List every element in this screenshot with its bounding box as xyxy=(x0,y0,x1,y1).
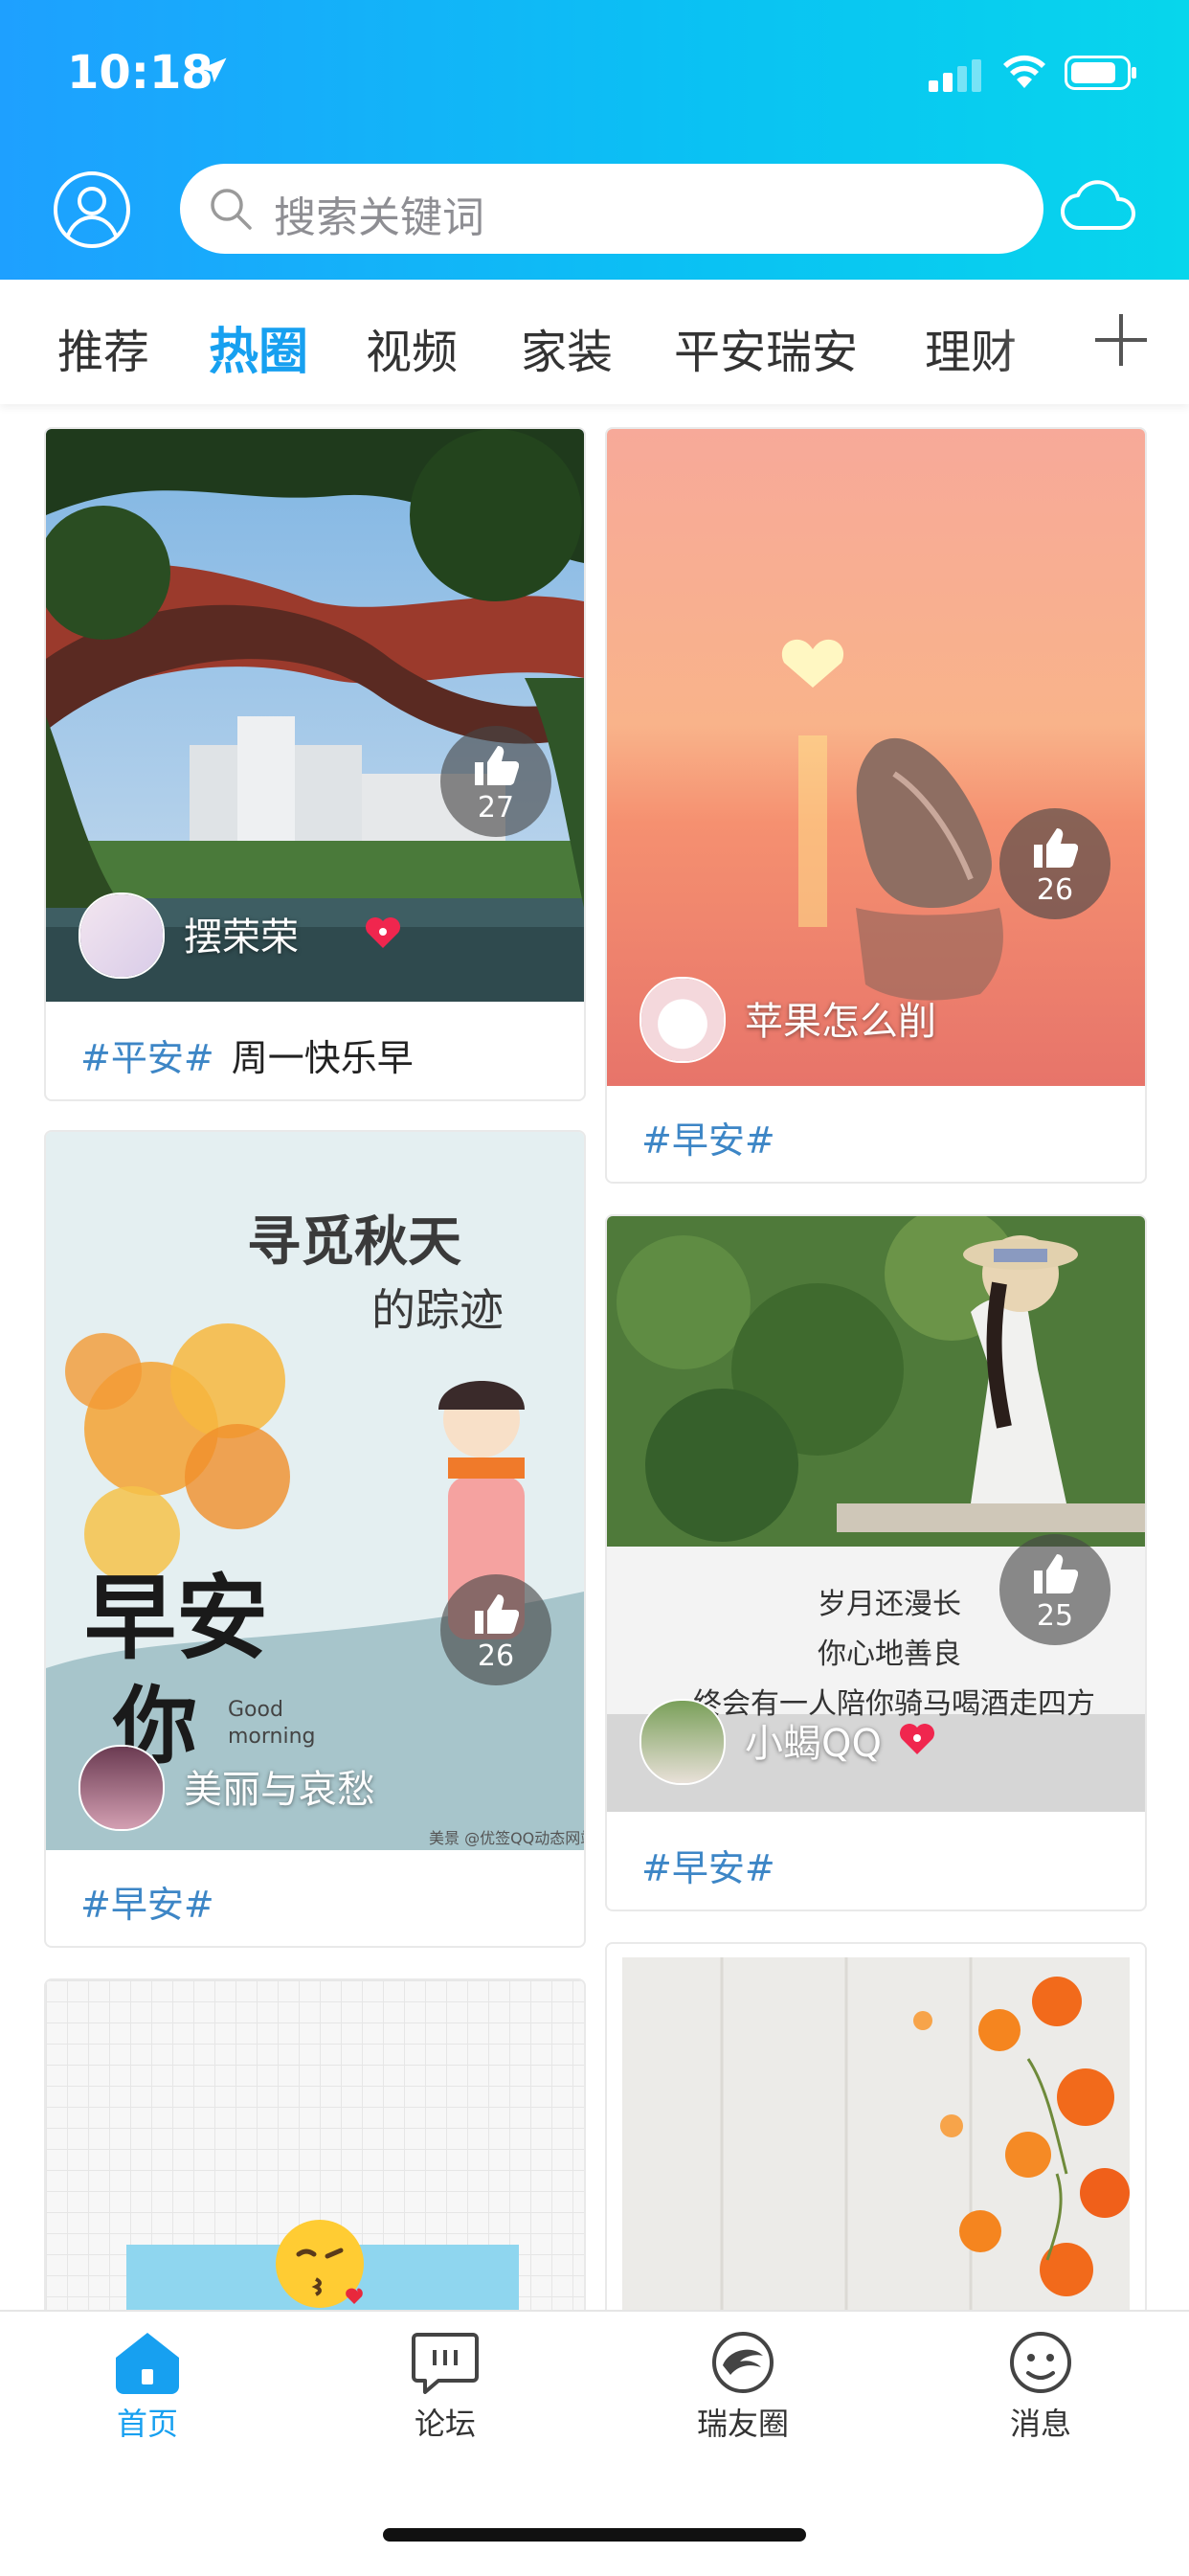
tab-messages-label: 消息 xyxy=(1009,2406,1071,2442)
tab-pingan-ruian[interactable]: 平安瑞安 xyxy=(674,314,858,381)
user-profile-icon[interactable] xyxy=(53,170,131,249)
category-tabs: 推荐 热圈 视频 家装 平安瑞安 理财 xyxy=(0,280,1189,404)
post-card[interactable]: 寻觅秋天 的踪迹 早安 你 Good morning 美景 @优签QQ动态网站 … xyxy=(44,1130,586,1948)
heart-badge-icon xyxy=(900,1724,934,1754)
chat-bubble-icon xyxy=(412,2333,479,2394)
status-time: 10:18 xyxy=(67,46,213,100)
tab-messages[interactable]: 消息 xyxy=(945,2331,1136,2444)
image-big-text: 早安 xyxy=(84,1565,268,1672)
like-count: 25 xyxy=(1036,1599,1074,1633)
tab-home-label: 首页 xyxy=(116,2406,178,2442)
status-bar: 10:18 xyxy=(0,0,1189,144)
author-name: 美丽与哀愁 xyxy=(184,1768,375,1812)
search-icon xyxy=(211,189,252,230)
like-count: 26 xyxy=(477,1639,515,1673)
like-badge[interactable]: 27 xyxy=(440,726,551,837)
location-arrow-icon xyxy=(200,57,227,82)
tab-forum-label: 论坛 xyxy=(414,2406,476,2442)
tab-video[interactable]: 视频 xyxy=(366,314,458,381)
post-text: 周一快乐早 xyxy=(231,1037,414,1079)
tab-ruiyou-circle[interactable]: 瑞友圈 xyxy=(647,2331,839,2444)
avatar[interactable] xyxy=(79,1745,165,1831)
post-caption: #早安# xyxy=(80,1875,214,1928)
like-badge[interactable]: 26 xyxy=(999,808,1110,919)
thumbs-up-icon xyxy=(475,746,519,785)
author-name: 小蝎QQ xyxy=(745,1722,882,1766)
tab-forum[interactable]: 论坛 xyxy=(349,2331,541,2444)
battery-icon xyxy=(1065,56,1136,90)
avatar[interactable] xyxy=(639,1699,726,1785)
author-name: 苹果怎么削 xyxy=(745,1000,936,1044)
image-text-line: 岁月还漫长 xyxy=(818,1588,961,1621)
post-tag[interactable]: #早安# xyxy=(641,1847,775,1889)
like-badge[interactable]: 25 xyxy=(999,1534,1110,1645)
home-icon xyxy=(116,2333,179,2394)
like-count: 26 xyxy=(1036,873,1074,907)
image-credit: 美景 @优签QQ动态网站 xyxy=(429,1829,584,1847)
image-text-line: 你心地善良 xyxy=(818,1638,961,1671)
search-placeholder: 搜索关键词 xyxy=(274,193,484,242)
image-title: 寻觅秋天 xyxy=(247,1210,461,1274)
smiley-icon xyxy=(1010,2332,1071,2393)
post-tag[interactable]: #早安# xyxy=(80,1884,214,1926)
wifi-icon xyxy=(1003,55,1045,88)
post-caption: #早安# xyxy=(641,1111,775,1164)
add-tab-icon[interactable] xyxy=(1082,301,1160,379)
post-tag[interactable]: #平安# xyxy=(80,1037,214,1079)
tab-hot-circle[interactable]: 热圈 xyxy=(209,311,308,383)
author-name: 摆荣荣 xyxy=(184,915,299,960)
post-card[interactable]: 26 苹果怎么削 #早安# xyxy=(605,427,1147,1184)
image-small-text: Good morning xyxy=(228,1698,316,1749)
image-subtitle: 的踪迹 xyxy=(371,1284,504,1336)
thumbs-up-icon xyxy=(475,1594,519,1634)
heart-badge-icon xyxy=(366,917,400,948)
tab-recommend[interactable]: 推荐 xyxy=(57,314,149,381)
cloud-icon[interactable] xyxy=(1061,178,1137,232)
tab-home[interactable]: 首页 xyxy=(52,2331,243,2444)
kissing-face-emoji-icon xyxy=(276,2220,364,2308)
avatar[interactable] xyxy=(639,977,726,1063)
tab-ruiyou-label: 瑞友圈 xyxy=(696,2406,789,2442)
like-badge[interactable]: 26 xyxy=(440,1574,551,1685)
home-indicator xyxy=(383,2528,806,2542)
tab-home-decor[interactable]: 家装 xyxy=(521,314,613,381)
cellular-signal-icon xyxy=(929,59,981,92)
post-caption: #早安# xyxy=(641,1839,775,1891)
avatar[interactable] xyxy=(79,893,165,979)
post-caption: #平安# 周一快乐早 xyxy=(80,1028,414,1081)
thumbs-up-icon xyxy=(1034,1554,1078,1593)
post-tag[interactable]: #早安# xyxy=(641,1119,775,1162)
ruiyou-logo-icon xyxy=(712,2332,774,2393)
post-card[interactable]: 27 摆荣荣 #平安# 周一快乐早 xyxy=(44,427,586,1101)
post-card[interactable]: 岁月还漫长 你心地善良 终会有一人陪你骑马喝酒走四方 25 小蝎QQ #早安# xyxy=(605,1214,1147,1911)
thumbs-up-icon xyxy=(1034,828,1078,868)
post-image: 寻觅秋天 的踪迹 早安 你 Good morning 美景 @优签QQ动态网站 xyxy=(46,1132,584,1850)
search-bar[interactable]: 搜索关键词 xyxy=(180,164,1043,254)
like-count: 27 xyxy=(477,791,515,825)
app-header: 10:18 搜索关键词 xyxy=(0,0,1189,280)
